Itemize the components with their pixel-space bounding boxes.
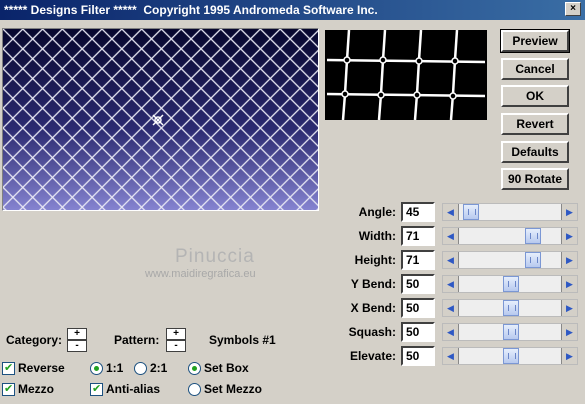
reverse-label: Reverse: [18, 361, 65, 375]
scroll-right-icon[interactable]: ▶: [561, 228, 577, 244]
height-slider[interactable]: ◀ ▶: [442, 251, 578, 269]
y-bend-slider-thumb[interactable]: [503, 276, 519, 292]
mezzo-checkbox[interactable]: [2, 382, 15, 396]
width-slider[interactable]: ◀ ▶: [442, 227, 578, 245]
width-value-field[interactable]: 71: [401, 226, 435, 246]
width-label: Width:: [358, 229, 396, 243]
scroll-left-icon[interactable]: ◀: [443, 324, 459, 340]
squash-slider[interactable]: ◀ ▶: [442, 323, 578, 341]
elevate-label: Elevate:: [349, 349, 396, 363]
crosshair-icon: [152, 114, 164, 126]
ratio-1-1-radio[interactable]: [90, 362, 103, 375]
elevate-value-field[interactable]: 50: [401, 346, 435, 366]
scroll-right-icon[interactable]: ▶: [561, 204, 577, 220]
category-plus-button[interactable]: +: [67, 328, 87, 340]
anti-alias-label: Anti-alias: [106, 382, 161, 396]
ratio-2-1-label: 2:1: [150, 361, 168, 375]
pattern-label: Pattern:: [114, 333, 160, 347]
scroll-left-icon[interactable]: ◀: [443, 228, 459, 244]
scroll-left-icon[interactable]: ◀: [443, 252, 459, 268]
elevate-slider[interactable]: ◀ ▶: [442, 347, 578, 365]
angle-label: Angle:: [358, 205, 396, 219]
pattern-plus-button[interactable]: +: [166, 328, 186, 340]
angle-value-field[interactable]: 45: [401, 202, 435, 222]
y-bend-value-field[interactable]: 50: [401, 274, 435, 294]
anti-alias-checkbox[interactable]: [90, 382, 103, 396]
y-bend-slider[interactable]: ◀ ▶: [442, 275, 578, 293]
revert-button[interactable]: Revert: [501, 113, 569, 135]
scroll-left-icon[interactable]: ◀: [443, 300, 459, 316]
window-title: ***** Designs Filter ***** Copyright 199…: [4, 3, 378, 17]
set-mezzo-label: Set Mezzo: [204, 382, 263, 396]
pattern-minus-button[interactable]: -: [166, 340, 186, 352]
x-bend-value-field[interactable]: 50: [401, 298, 435, 318]
scroll-left-icon[interactable]: ◀: [443, 204, 459, 220]
category-minus-button[interactable]: -: [67, 340, 87, 352]
ratio-1-1-label: 1:1: [106, 361, 124, 375]
category-label: Category:: [6, 333, 63, 347]
pattern-stepper[interactable]: + -: [166, 328, 186, 352]
scroll-right-icon[interactable]: ▶: [561, 276, 577, 292]
category-stepper[interactable]: + -: [67, 328, 87, 352]
close-icon[interactable]: ×: [565, 2, 581, 16]
x-bend-label: X Bend:: [350, 301, 396, 315]
height-label: Height:: [354, 253, 396, 267]
mezzo-label: Mezzo: [18, 382, 54, 396]
scroll-right-icon[interactable]: ▶: [561, 348, 577, 364]
squash-slider-thumb[interactable]: [503, 324, 519, 340]
angle-slider[interactable]: ◀ ▶: [442, 203, 578, 221]
x-bend-slider[interactable]: ◀ ▶: [442, 299, 578, 317]
width-slider-thumb[interactable]: [525, 228, 541, 244]
watermark-name: Pinuccia: [175, 246, 255, 267]
title-bar[interactable]: ***** Designs Filter ***** Copyright 199…: [0, 0, 585, 20]
cancel-button[interactable]: Cancel: [501, 58, 569, 80]
scroll-right-icon[interactable]: ▶: [561, 300, 577, 316]
scroll-left-icon[interactable]: ◀: [443, 276, 459, 292]
height-slider-thumb[interactable]: [525, 252, 541, 268]
x-bend-slider-thumb[interactable]: [503, 300, 519, 316]
defaults-button[interactable]: Defaults: [501, 141, 569, 163]
main-preview[interactable]: [2, 28, 319, 211]
scroll-left-icon[interactable]: ◀: [443, 348, 459, 364]
elevate-slider-thumb[interactable]: [503, 348, 519, 364]
set-box-label: Set Box: [204, 361, 249, 375]
reverse-checkbox[interactable]: [2, 361, 15, 375]
height-value-field[interactable]: 71: [401, 250, 435, 270]
squash-label: Squash:: [348, 325, 396, 339]
preview-button[interactable]: Preview: [500, 29, 570, 53]
pattern-thumbnail: [325, 30, 487, 120]
angle-slider-thumb[interactable]: [463, 204, 479, 220]
ratio-2-1-radio[interactable]: [134, 362, 147, 375]
pattern-name: Symbols #1: [209, 333, 276, 347]
y-bend-label: Y Bend:: [350, 277, 396, 291]
scroll-right-icon[interactable]: ▶: [561, 252, 577, 268]
rotate-button[interactable]: 90 Rotate: [501, 168, 569, 190]
watermark-url: www.maidiregrafica.eu: [145, 268, 256, 280]
set-mezzo-radio[interactable]: [188, 383, 201, 396]
scroll-right-icon[interactable]: ▶: [561, 324, 577, 340]
squash-value-field[interactable]: 50: [401, 322, 435, 342]
ok-button[interactable]: OK: [501, 85, 569, 107]
chainlink-pattern-image: [3, 29, 318, 210]
set-box-radio[interactable]: [188, 362, 201, 375]
